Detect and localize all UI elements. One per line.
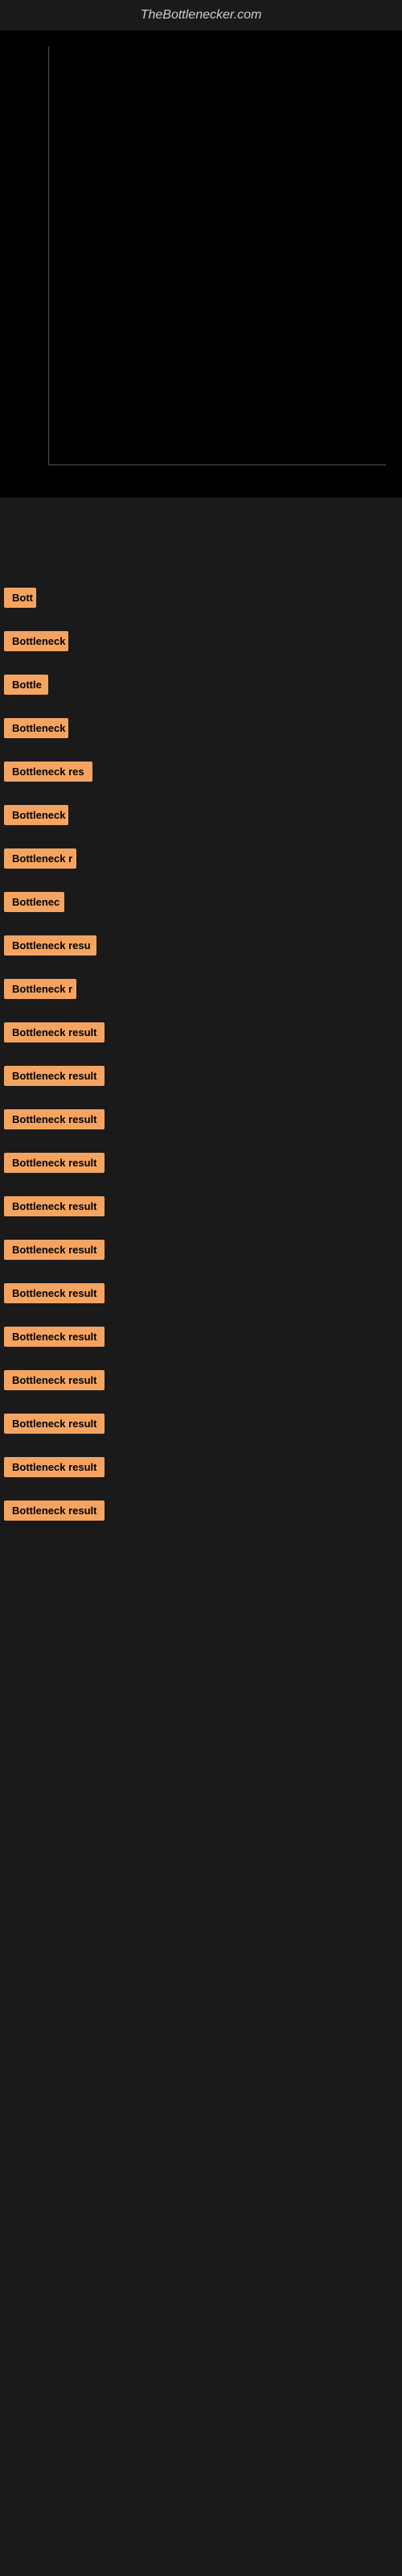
- result-item: Bottleneck result: [0, 1360, 402, 1404]
- result-badge: Bottleneck result: [4, 1370, 105, 1390]
- result-badge: Bottleneck: [4, 718, 68, 738]
- site-title: TheBottlenecker.com: [0, 0, 402, 31]
- result-item: Bottle: [0, 665, 402, 708]
- result-item: Bottleneck result: [0, 1013, 402, 1056]
- result-badge: Bottleneck result: [4, 1414, 105, 1434]
- result-item: Bottleneck result: [0, 1317, 402, 1360]
- result-item: Bottlenec: [0, 882, 402, 926]
- result-item: Bottleneck result: [0, 1230, 402, 1274]
- result-badge: Bottleneck res: [4, 762, 92, 782]
- result-item: Bott: [0, 578, 402, 621]
- result-badge: Bottleneck result: [4, 1109, 105, 1129]
- result-badge: Bottle: [4, 675, 48, 695]
- results-section: Bott Bottleneck Bottle Bottleneck Bottleneck…: [0, 562, 402, 1534]
- result-badge: Bottleneck: [4, 805, 68, 825]
- mid-spacer: [0, 497, 402, 562]
- result-badge: Bottleneck result: [4, 1153, 105, 1173]
- result-badge: Bottleneck result: [4, 1066, 105, 1086]
- result-item: Bottleneck res: [0, 752, 402, 795]
- result-item: Bottleneck result: [0, 1404, 402, 1447]
- result-item: Bottleneck: [0, 621, 402, 665]
- result-item: Bottleneck r: [0, 839, 402, 882]
- result-item: Bottleneck result: [0, 1143, 402, 1187]
- result-badge: Bottleneck result: [4, 1196, 105, 1216]
- result-item: Bottleneck resu: [0, 926, 402, 969]
- result-item: Bottleneck result: [0, 1100, 402, 1143]
- result-badge: Bottleneck result: [4, 1501, 105, 1521]
- result-badge: Bottlenec: [4, 892, 64, 912]
- chart-area: [0, 31, 402, 497]
- site-title-bar: TheBottlenecker.com: [0, 0, 402, 31]
- result-badge: Bottleneck resu: [4, 935, 96, 956]
- result-item: Bottleneck: [0, 795, 402, 839]
- result-item: Bottleneck result: [0, 1447, 402, 1491]
- y-axis-line: [48, 47, 49, 465]
- result-item: Bottleneck r: [0, 969, 402, 1013]
- result-badge: Bottleneck result: [4, 1283, 105, 1303]
- result-badge: Bottleneck result: [4, 1327, 105, 1347]
- result-badge: Bottleneck r: [4, 848, 76, 869]
- result-badge: Bottleneck result: [4, 1240, 105, 1260]
- x-axis-line: [48, 464, 386, 465]
- result-badge: Bottleneck result: [4, 1022, 105, 1042]
- result-item: Bottleneck result: [0, 1274, 402, 1317]
- result-item: Bottleneck result: [0, 1056, 402, 1100]
- result-item: Bottleneck: [0, 708, 402, 752]
- result-badge: Bottleneck r: [4, 979, 76, 999]
- result-item: Bottleneck result: [0, 1491, 402, 1534]
- result-badge: Bott: [4, 588, 36, 608]
- result-badge: Bottleneck: [4, 631, 68, 651]
- result-badge: Bottleneck result: [4, 1457, 105, 1477]
- result-item: Bottleneck result: [0, 1187, 402, 1230]
